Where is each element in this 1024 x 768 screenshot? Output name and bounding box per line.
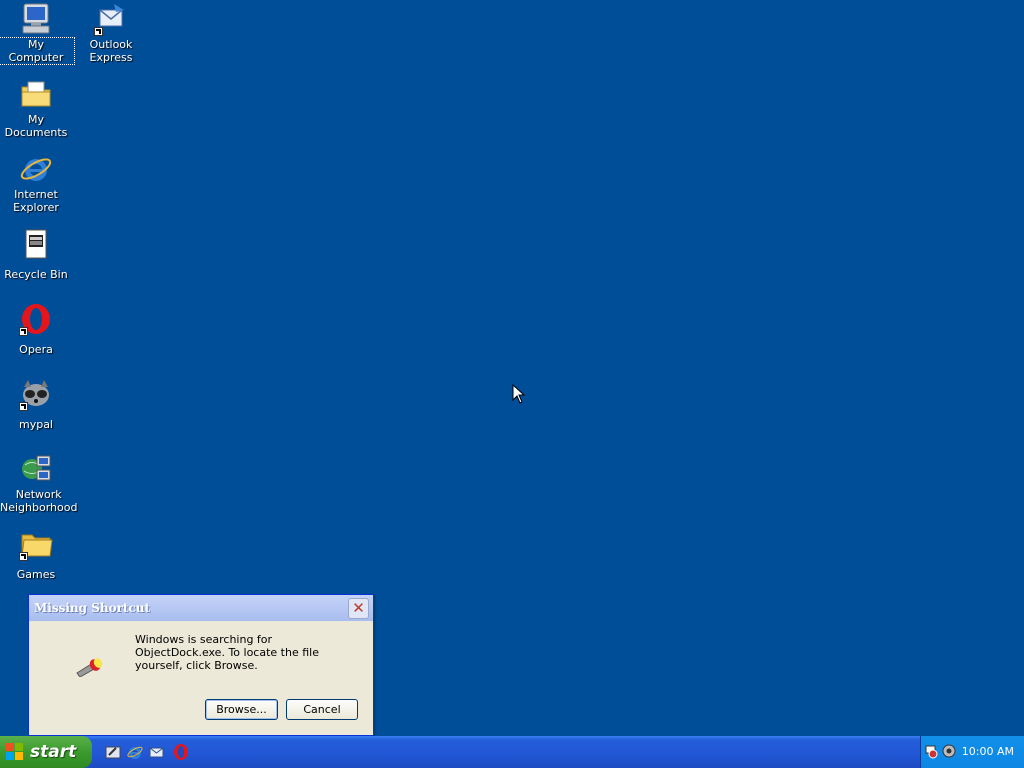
desktop-icon-label: mypal bbox=[18, 418, 53, 431]
games-folder-icon bbox=[19, 527, 53, 561]
flashlight-icon bbox=[75, 653, 107, 678]
desktop-icon-my-documents[interactable]: My Documents bbox=[0, 77, 74, 140]
desktop-icon-opera[interactable]: Opera bbox=[0, 302, 74, 357]
missing-shortcut-dialog: Missing Shortcut ✕ Windows is searching … bbox=[28, 594, 374, 736]
system-tray: 10:00 AM bbox=[920, 736, 1024, 768]
shortcut-arrow-icon bbox=[19, 327, 28, 336]
dialog-close-button[interactable]: ✕ bbox=[348, 598, 369, 619]
opera-icon[interactable] bbox=[172, 743, 190, 761]
internet-explorer-icon bbox=[19, 152, 53, 186]
dialog-titlebar[interactable]: Missing Shortcut ✕ bbox=[29, 595, 373, 621]
network-neighborhood-icon bbox=[19, 452, 53, 486]
dialog-title: Missing Shortcut bbox=[34, 601, 151, 615]
my-documents-icon bbox=[19, 77, 53, 111]
windows-logo-icon bbox=[6, 743, 24, 761]
shortcut-arrow-icon bbox=[19, 552, 28, 561]
outlook-express-icon[interactable] bbox=[148, 743, 166, 761]
desktop-icon-label: My Computer bbox=[0, 37, 75, 65]
desktop-icon-network-neighborhood[interactable]: Network Neighborhood bbox=[0, 452, 77, 515]
desktop-icon-label: Network Neighborhood bbox=[0, 488, 78, 514]
internet-explorer-icon[interactable] bbox=[126, 743, 144, 761]
tray-network-icon[interactable] bbox=[941, 743, 957, 759]
mypal-icon bbox=[19, 377, 53, 411]
desktop-icon-internet-explorer[interactable]: Internet Explorer bbox=[0, 152, 74, 215]
shortcut-arrow-icon bbox=[19, 402, 28, 411]
desktop: My Computer Outlook Express My Documents bbox=[0, 0, 1024, 736]
taskbar-clock[interactable]: 10:00 AM bbox=[962, 745, 1014, 758]
desktop-icon-label: Recycle Bin bbox=[4, 268, 68, 281]
recycle-bin-icon bbox=[19, 227, 53, 261]
tray-camera-icon[interactable] bbox=[925, 743, 941, 759]
desktop-icon-outlook-express[interactable]: Outlook Express bbox=[73, 2, 149, 65]
outlook-express-icon bbox=[94, 2, 128, 36]
mouse-cursor-icon bbox=[512, 383, 526, 408]
desktop-icon-mypal[interactable]: mypal bbox=[0, 377, 74, 432]
desktop-icon-label: Internet Explorer bbox=[13, 188, 59, 214]
desktop-icon-games[interactable]: Games bbox=[0, 527, 74, 582]
desktop-icon-label: Opera bbox=[19, 343, 53, 356]
my-computer-icon bbox=[19, 2, 53, 36]
opera-icon bbox=[19, 302, 53, 336]
start-button[interactable]: start bbox=[0, 736, 92, 768]
dialog-message: Windows is searching for ObjectDock.exe.… bbox=[135, 633, 319, 672]
start-label: start bbox=[30, 742, 77, 762]
taskbar: start 10:00 AM bbox=[0, 736, 1024, 768]
close-icon: ✕ bbox=[352, 599, 365, 617]
desktop-icon-my-computer[interactable]: My Computer bbox=[0, 2, 75, 65]
desktop-icon-label: Games bbox=[16, 568, 56, 581]
desktop-icon-recycle-bin[interactable]: Recycle Bin bbox=[0, 227, 74, 282]
browse-button[interactable]: Browse... bbox=[205, 699, 278, 720]
show-desktop-icon[interactable] bbox=[104, 743, 122, 761]
desktop-icon-label: My Documents bbox=[4, 113, 68, 139]
shortcut-arrow-icon bbox=[94, 27, 103, 36]
cancel-button[interactable]: Cancel bbox=[286, 699, 358, 720]
desktop-icon-label: Outlook Express bbox=[89, 38, 133, 64]
